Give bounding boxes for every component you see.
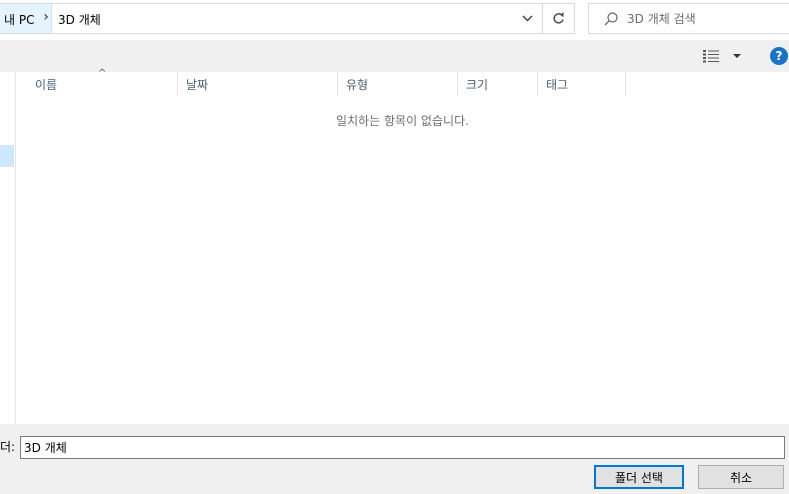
select-folder-button[interactable]: 폴더 선택 [594,465,684,489]
breadcrumb-this-pc[interactable]: 내 PC › [0,4,52,33]
help-button[interactable]: ? [770,47,788,65]
nav-selected-item[interactable] [0,145,14,167]
column-header-size[interactable]: 크기 [458,72,538,96]
dialog-footer: 더: 폴더 선택 취소 [0,424,789,494]
breadcrumb-current-folder[interactable]: 3D 개체 [58,11,101,28]
column-header-tags-label: 태그 [546,78,569,92]
address-row: 내 PC › 3D 개체 [0,0,789,40]
column-header-type[interactable]: 유형 [338,72,458,96]
file-list[interactable]: 이름 ^ 날짜 유형 크기 태그 일치하는 항목이 없습니다. [16,68,789,424]
refresh-button[interactable] [542,4,574,33]
folder-name-input[interactable] [20,436,785,459]
folder-picker-dialog: 내 PC › 3D 개체 3D 개체 검색 ? 이름 ^ 날짜 유형 크기 태그… [0,0,789,494]
chevron-down-icon [521,15,533,22]
column-header-name[interactable]: 이름 ^ [16,68,178,96]
breadcrumb-this-pc-label: 내 PC [4,13,35,27]
breadcrumb-separator-icon[interactable]: › [40,9,52,25]
column-header-size-label: 크기 [466,78,489,92]
details-view-icon [703,50,719,63]
help-icon: ? [775,49,783,63]
column-header-name-label: 이름 [35,78,58,92]
column-header-type-label: 유형 [346,78,369,92]
search-input[interactable] [627,4,782,33]
search-box[interactable] [588,3,789,34]
caret-down-icon [733,54,741,58]
cancel-button[interactable]: 취소 [698,465,784,489]
navigation-pane[interactable] [0,72,16,424]
refresh-icon [553,12,564,24]
command-bar: ? [0,40,789,72]
column-header-date-label: 날짜 [186,78,209,92]
sort-ascending-icon: ^ [98,68,107,79]
search-icon [604,12,618,26]
address-bar[interactable]: 내 PC › 3D 개체 [0,3,575,34]
address-history-button[interactable] [513,4,541,33]
empty-folder-message: 일치하는 항목이 없습니다. [336,114,469,128]
folder-field-label: 더: [0,440,16,454]
view-options-button[interactable] [702,46,748,66]
column-header-date[interactable]: 날짜 [178,72,338,96]
column-header-tags[interactable]: 태그 [538,72,626,96]
